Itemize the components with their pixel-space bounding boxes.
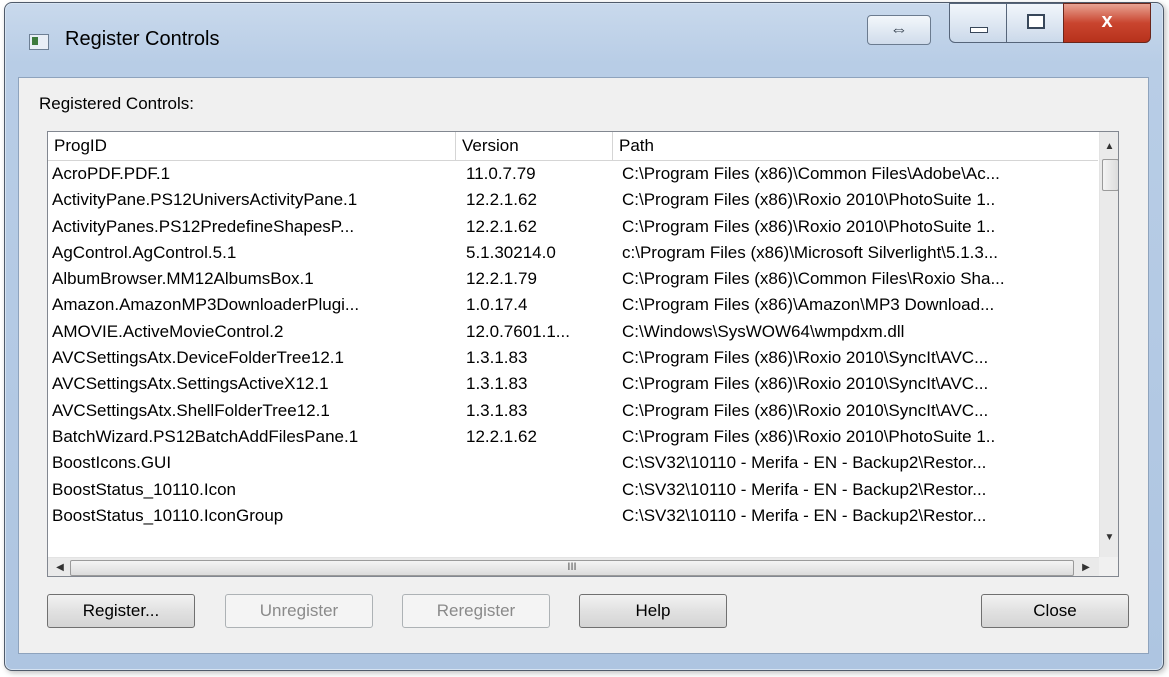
table-row[interactable]: AlbumBrowser.MM12AlbumsBox.1 12.2.1.79 C:\… [48, 266, 1098, 292]
cell-progid: AVCSettingsAtx.DeviceFolderTree12.1 [52, 348, 344, 368]
column-header-path[interactable]: Path [613, 132, 1098, 160]
vertical-scroll-thumb[interactable] [1102, 159, 1118, 191]
maximize-button[interactable] [1006, 3, 1064, 43]
table-row[interactable]: AVCSettingsAtx.ShellFolderTree12.1 1.3.1.… [48, 398, 1098, 424]
cell-version: 12.2.1.62 [466, 190, 537, 210]
cell-progid: AlbumBrowser.MM12AlbumsBox.1 [52, 269, 314, 289]
close-button[interactable]: Close [981, 594, 1129, 628]
cell-path: C:\SV32\10110 - Merifa - EN - Backup2\Re… [622, 505, 987, 525]
cell-path: C:\Program Files (x86)\Roxio 2010\PhotoS… [622, 216, 996, 236]
cell-version: 12.2.1.62 [466, 426, 537, 446]
unregister-button[interactable]: Unregister [225, 594, 373, 628]
cell-path: C:\Program Files (x86)\Roxio 2010\SyncIt… [622, 400, 989, 420]
title-bar[interactable]: Register Controls ⇔ x [5, 3, 1163, 77]
cell-version: 1.0.17.4 [466, 295, 528, 315]
table-row[interactable]: BoostStatus_10110.IconGroup C:\SV32\10110… [48, 503, 1098, 529]
cell-progid: AVCSettingsAtx.ShellFolderTree12.1 [52, 400, 330, 420]
help-button[interactable]: Help [579, 594, 727, 628]
cell-path: C:\Windows\SysWOW64\wmpdxm.dll [622, 321, 905, 341]
cell-path: C:\Program Files (x86)\Roxio 2010\PhotoS… [622, 190, 996, 210]
minimize-icon [970, 27, 988, 33]
cell-progid: AMOVIE.ActiveMovieControl.2 [52, 321, 284, 341]
cell-version: 12.0.7601.1... [466, 321, 570, 341]
controls-list-view[interactable]: ProgID Version Path AcroPDF.PDF.1 11.0.7.… [47, 131, 1119, 577]
minimize-button[interactable] [949, 3, 1007, 43]
list-rows: AcroPDF.PDF.1 11.0.7.79 C:\Program Files (… [48, 161, 1098, 557]
cell-version: 11.0.7.79 [466, 164, 536, 183]
cell-progid: BoostStatus_10110.Icon [52, 479, 236, 499]
cell-version: 5.1.30214.0 [466, 242, 556, 262]
table-row[interactable]: Amazon.AmazonMP3DownloaderPlugi... 1.0.17… [48, 292, 1098, 318]
cell-progid: Amazon.AmazonMP3DownloaderPlugi... [52, 295, 360, 315]
table-row[interactable]: ActivityPane.PS12UniversActivityPane.1 12… [48, 187, 1098, 213]
scrollbar-corner [1099, 557, 1118, 576]
cell-path: C:\Program Files (x86)\Roxio 2010\SyncIt… [622, 348, 989, 368]
cell-progid: ActivityPane.PS12UniversActivityPane.1 [52, 190, 358, 210]
cell-progid: BatchWizard.PS12BatchAddFilesPane.1 [52, 426, 359, 446]
table-row[interactable]: BatchWizard.PS12BatchAddFilesPane.1 12.2.… [48, 424, 1098, 450]
chevron-left-icon[interactable]: ◀ [50, 558, 70, 576]
cell-path: C:\Program Files (x86)\Amazon\MP3 Downlo… [622, 295, 995, 315]
column-header-version[interactable]: Version [456, 132, 613, 160]
chevron-down-icon[interactable]: ▼ [1100, 528, 1118, 548]
table-row[interactable]: ActivityPanes.PS12PredefineShapesP... 12.… [48, 214, 1098, 240]
register-controls-window: Register Controls ⇔ x Registered Control… [4, 2, 1164, 671]
cell-path: C:\Program Files (x86)\Roxio 2010\SyncIt… [622, 374, 989, 394]
chevron-up-icon[interactable]: ▲ [1100, 137, 1118, 157]
reregister-button[interactable]: Reregister [402, 594, 550, 628]
table-row[interactable]: AVCSettingsAtx.SettingsActiveX12.1 1.3.1.… [48, 371, 1098, 397]
cell-version: 12.2.1.79 [466, 269, 537, 289]
table-row[interactable]: BoostStatus_10110.Icon C:\SV32\10110 - Me… [48, 477, 1098, 503]
close-window-button[interactable]: x [1063, 3, 1151, 43]
horizontal-scroll-thumb[interactable]: III [70, 560, 1074, 576]
table-row[interactable]: AVCSettingsAtx.DeviceFolderTree12.1 1.3.1… [48, 345, 1098, 371]
cell-path: C:\Program Files (x86)\Roxio 2010\PhotoS… [622, 426, 996, 446]
cell-path: c:\Program Files (x86)\Microsoft Silverl… [622, 242, 999, 262]
table-row[interactable]: BoostIcons.GUI C:\SV32\10110 - Merifa - E… [48, 450, 1098, 476]
close-icon: x [1101, 10, 1113, 32]
maximize-icon [1027, 14, 1045, 29]
list-header: ProgID Version Path [48, 132, 1098, 161]
cell-version: 12.2.1.62 [466, 216, 537, 236]
window-title: Register Controls [65, 28, 220, 50]
cell-path: C:\SV32\10110 - Merifa - EN - Backup2\Re… [622, 453, 987, 473]
vertical-scrollbar[interactable]: ▲ ▼ [1099, 132, 1118, 557]
app-icon-inner [32, 37, 38, 45]
swap-arrows-icon[interactable]: ⇔ [867, 15, 931, 45]
cell-version: 1.3.1.83 [466, 374, 528, 394]
table-row[interactable]: AcroPDF.PDF.1 11.0.7.79 C:\Program Files (… [48, 161, 1098, 187]
cell-path: C:\Program Files (x86)\Common Files\Roxi… [622, 269, 1005, 289]
registered-controls-label: Registered Controls: [39, 94, 194, 113]
cell-version: 1.3.1.83 [466, 348, 528, 368]
horizontal-scrollbar[interactable]: ◀ III ▶ [48, 557, 1099, 576]
cell-progid: AgControl.AgControl.5.1 [52, 242, 237, 262]
caption-buttons: x [949, 3, 1151, 43]
column-header-progid[interactable]: ProgID [48, 132, 456, 160]
register-button[interactable]: Register... [47, 594, 195, 628]
chevron-right-icon[interactable]: ▶ [1076, 558, 1096, 576]
cell-path: C:\Program Files (x86)\Common Files\Adob… [622, 164, 1000, 183]
dialog-bottom-edge [19, 644, 1148, 653]
cell-progid: BoostStatus_10110.IconGroup [52, 505, 284, 525]
dialog-client-area: Registered Controls: ProgID Version Path… [18, 77, 1149, 654]
cell-progid: AcroPDF.PDF.1 [52, 164, 171, 183]
cell-progid: ActivityPanes.PS12PredefineShapesP... [52, 216, 355, 236]
cell-progid: BoostIcons.GUI [52, 453, 172, 473]
window-app-icon[interactable] [29, 34, 49, 50]
cell-progid: AVCSettingsAtx.SettingsActiveX12.1 [52, 374, 329, 394]
cell-path: C:\SV32\10110 - Merifa - EN - Backup2\Re… [622, 479, 987, 499]
table-row[interactable]: AgControl.AgControl.5.1 5.1.30214.0 c:\Pro… [48, 240, 1098, 266]
cell-version: 1.3.1.83 [466, 400, 528, 420]
table-row[interactable]: AMOVIE.ActiveMovieControl.2 12.0.7601.1..… [48, 319, 1098, 345]
